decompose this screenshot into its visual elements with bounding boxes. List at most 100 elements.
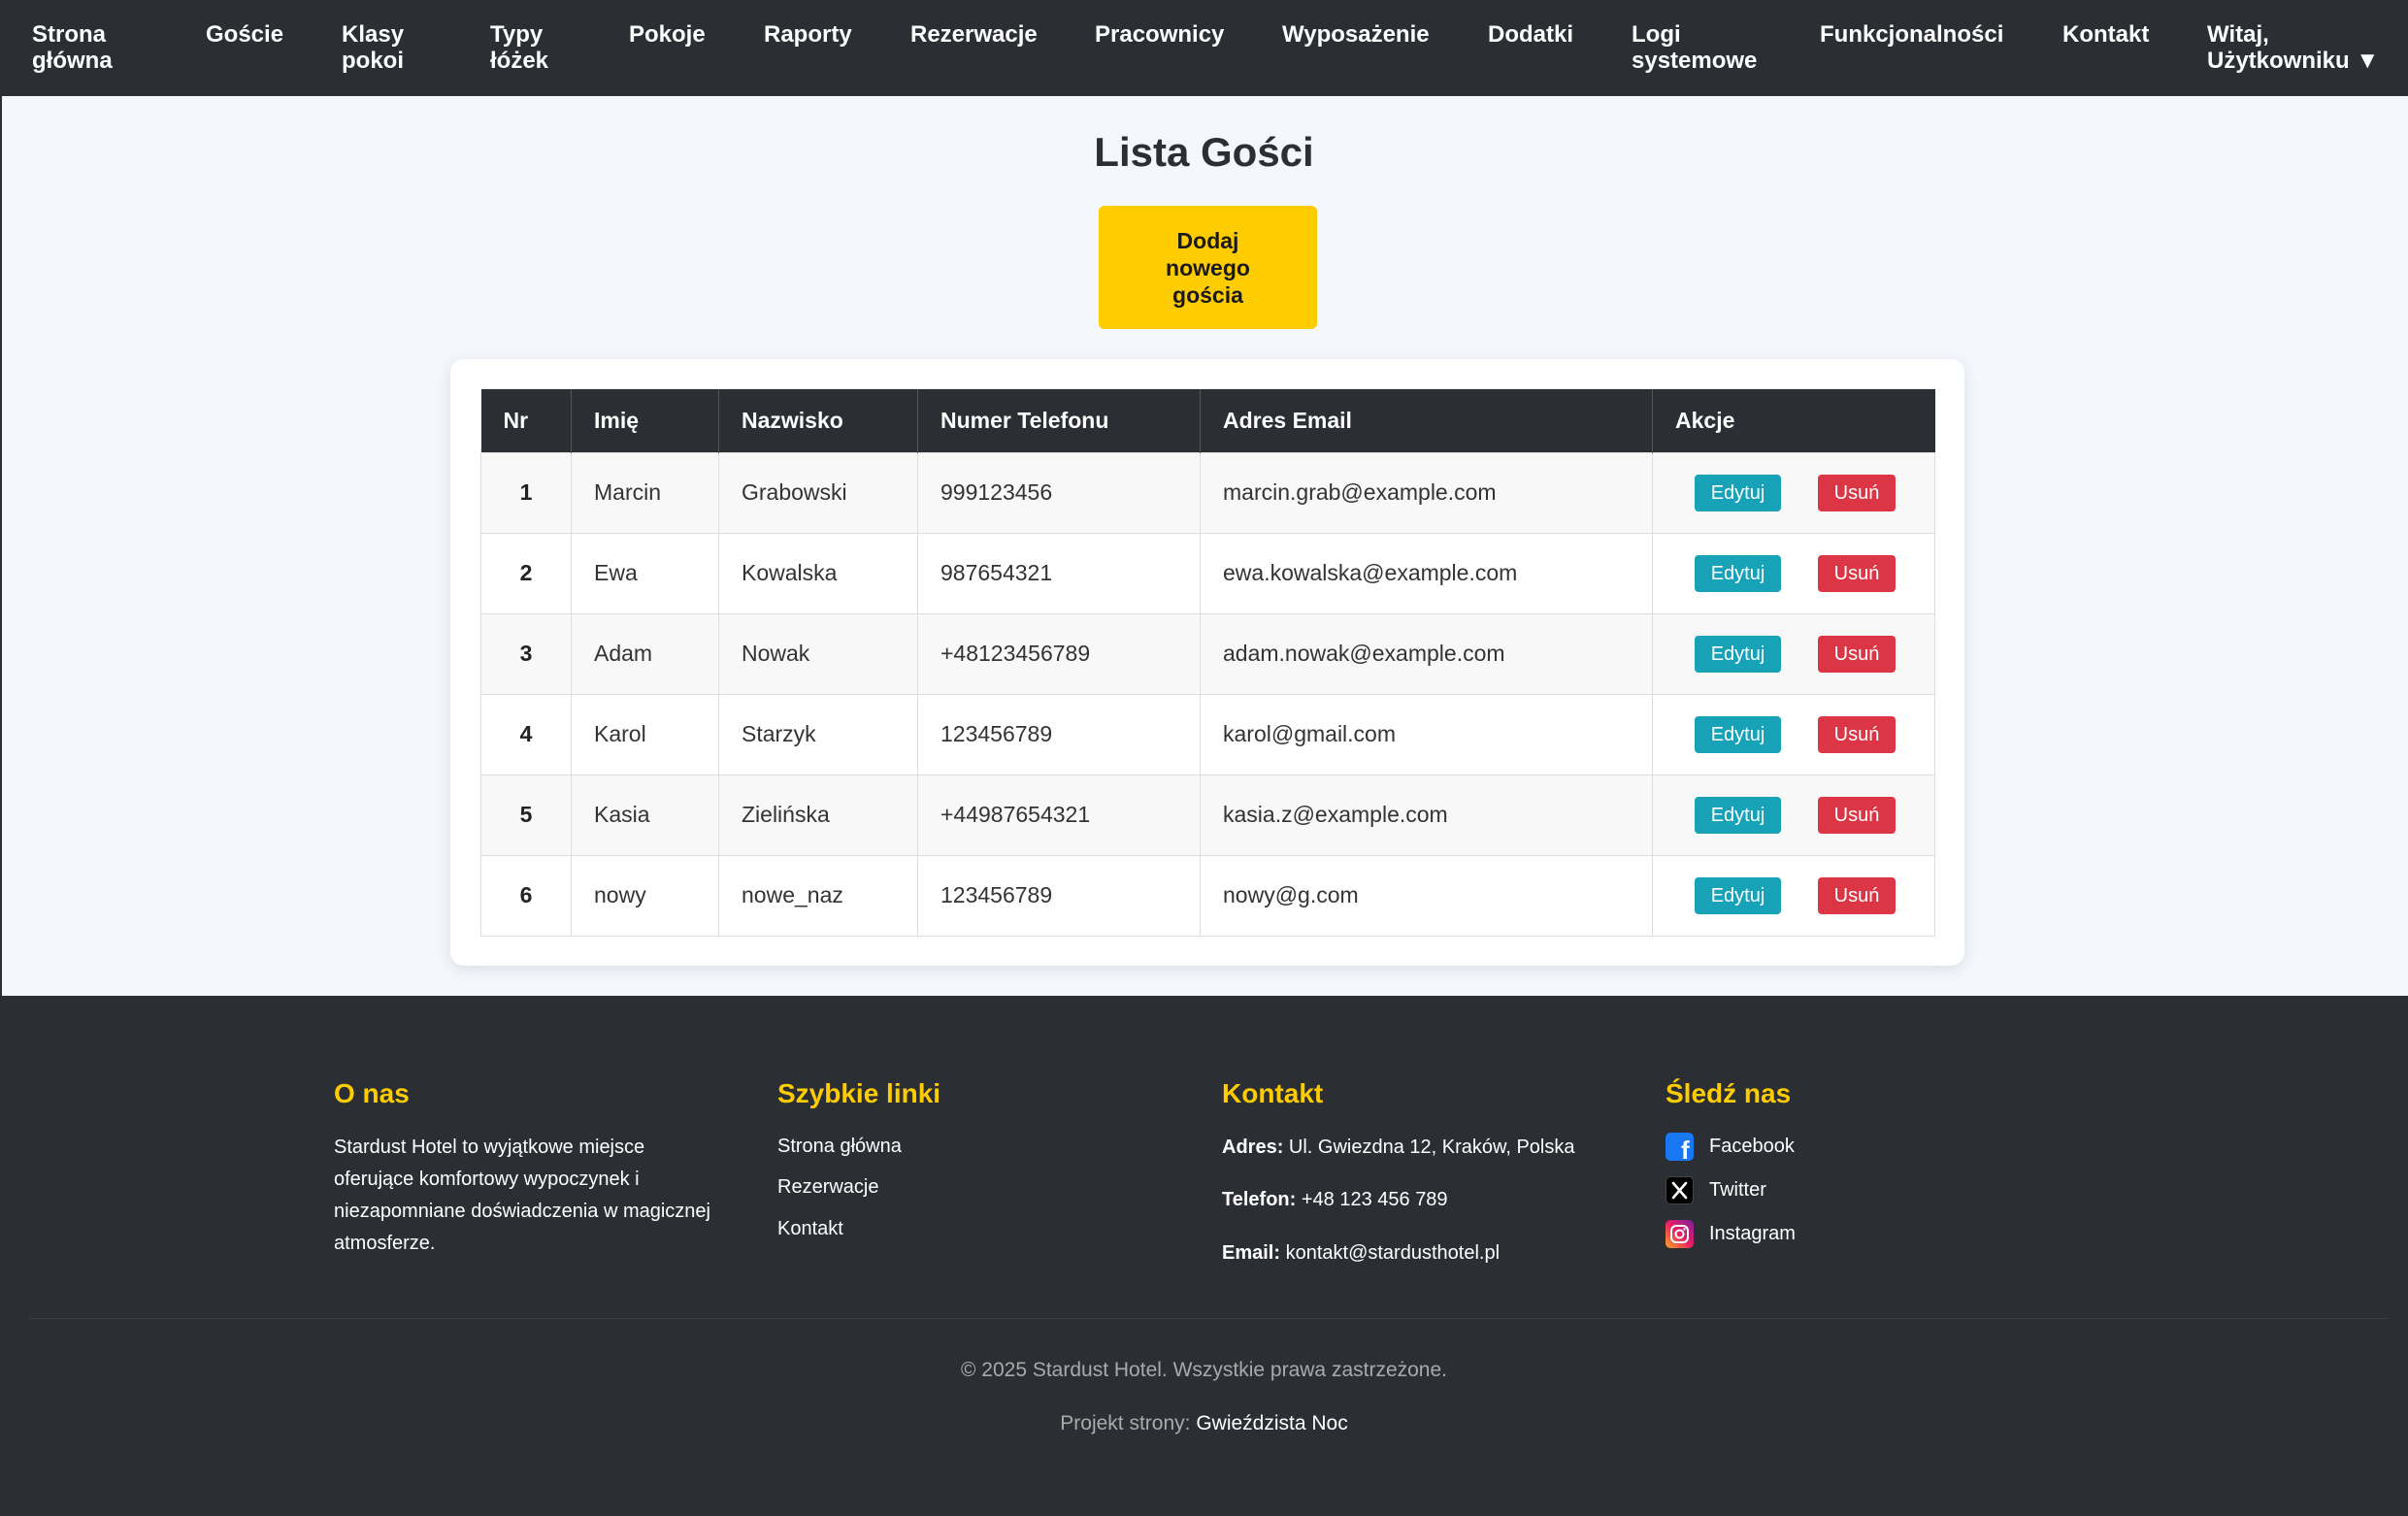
footer-quick-links-title: Szybkie linki	[777, 1078, 941, 1108]
delete-button[interactable]: Usuń	[1818, 796, 1896, 834]
cell-actions: Edytuj Usuń	[1652, 612, 1935, 695]
cell-first-name: Adam	[571, 612, 719, 695]
cell-email: karol@gmail.com	[1200, 693, 1653, 775]
cell-actions: Edytuj Usuń	[1652, 854, 1935, 937]
footer-address: Adres: Ul. Gwiezdna 12, Kraków, Polska	[1222, 1137, 1575, 1158]
footer-email: Email: kontakt@stardusthotel.pl	[1222, 1242, 1501, 1264]
x-twitter-icon	[1666, 1176, 1694, 1204]
top-navbar: Strona główna Goście Klasy pokoi Typy łó…	[0, 0, 2408, 96]
nav-employees[interactable]: Pracownicy	[1095, 21, 1224, 48]
cell-last-name: Zielińska	[718, 774, 918, 856]
footer-social-title: Śledź nas	[1666, 1078, 1792, 1108]
delete-button[interactable]: Usuń	[1818, 554, 1896, 592]
nav-room-classes[interactable]: Klasy pokoi	[342, 21, 404, 74]
cell-last-name: Starzyk	[718, 693, 918, 775]
cell-first-name: Ewa	[571, 532, 719, 614]
column-header-email: Adres Email	[1200, 389, 1653, 452]
guests-table: Nr Imię Nazwisko Numer Telefonu Adres Em…	[480, 389, 1935, 937]
footer-link-contact[interactable]: Kontakt	[777, 1218, 843, 1240]
copyright-text: © 2025 Stardust Hotel. Wszystkie prawa z…	[960, 1359, 1448, 1381]
nav-contact[interactable]: Kontakt	[2062, 21, 2149, 48]
cell-actions: Edytuj Usuń	[1652, 532, 1935, 614]
page-title: Lista Gości	[1094, 129, 1314, 175]
cell-phone: 999123456	[917, 451, 1201, 534]
credits-text: Projekt strony: Gwieździsta Noc	[1060, 1412, 1348, 1434]
column-header-first-name: Imię	[571, 389, 719, 452]
delete-button[interactable]: Usuń	[1818, 876, 1896, 914]
cell-first-name: Kasia	[571, 774, 719, 856]
nav-reports[interactable]: Raporty	[764, 21, 852, 48]
cell-actions: Edytuj Usuń	[1652, 774, 1935, 856]
delete-button[interactable]: Usuń	[1818, 715, 1896, 753]
cell-email: nowy@g.com	[1200, 854, 1653, 937]
nav-guests[interactable]: Goście	[206, 21, 283, 48]
cell-actions: Edytuj Usuń	[1652, 693, 1935, 775]
facebook-icon: f	[1666, 1133, 1694, 1165]
nav-equipment[interactable]: Wyposażenie	[1282, 21, 1430, 48]
cell-email: ewa.kowalska@example.com	[1200, 532, 1653, 614]
add-guest-button[interactable]: Dodaj nowego gościa	[1099, 206, 1317, 329]
nav-rooms[interactable]: Pokoje	[629, 21, 706, 48]
table-header-row: Nr Imię Nazwisko Numer Telefonu Adres Em…	[480, 389, 1935, 452]
column-header-last-name: Nazwisko	[718, 389, 918, 452]
cell-email: marcin.grab@example.com	[1200, 451, 1653, 534]
cell-first-name: Marcin	[571, 451, 719, 534]
edit-button[interactable]: Edytuj	[1695, 876, 1781, 914]
cell-first-name: nowy	[571, 854, 719, 937]
cell-nr: 1	[480, 451, 572, 534]
table-row: 1 Marcin Grabowski 999123456 marcin.grab…	[480, 451, 1935, 534]
edit-button[interactable]: Edytuj	[1695, 635, 1781, 673]
footer-link-home[interactable]: Strona główna	[777, 1136, 902, 1158]
cell-phone: +48123456789	[917, 612, 1201, 695]
cell-phone: 987654321	[917, 532, 1201, 614]
cell-phone: 123456789	[917, 854, 1201, 937]
svg-text:f: f	[1681, 1136, 1690, 1161]
user-menu-dropdown[interactable]: Witaj, Użytkowniku ▼	[2207, 21, 2379, 74]
social-link-twitter[interactable]: Twitter	[1666, 1176, 1766, 1204]
nav-bed-types[interactable]: Typy łóżek	[490, 21, 548, 74]
delete-button[interactable]: Usuń	[1818, 635, 1896, 673]
table-row: 5 Kasia Zielińska +44987654321 kasia.z@e…	[480, 774, 1935, 856]
cell-nr: 3	[480, 612, 572, 695]
cell-phone: 123456789	[917, 693, 1201, 775]
column-header-phone: Numer Telefonu	[917, 389, 1201, 452]
footer-link-reservations[interactable]: Rezerwacje	[777, 1176, 878, 1199]
edit-button[interactable]: Edytuj	[1695, 796, 1781, 834]
footer-contact-title: Kontakt	[1222, 1078, 1324, 1108]
footer-about-text: Stardust Hotel to wyjątkowe miejsce ofer…	[334, 1137, 710, 1254]
cell-phone: +44987654321	[917, 774, 1201, 856]
cell-email: adam.nowak@example.com	[1200, 612, 1653, 695]
cell-nr: 4	[480, 693, 572, 775]
table-row: 4 Karol Starzyk 123456789 karol@gmail.co…	[480, 693, 1935, 775]
table-row: 2 Ewa Kowalska 987654321 ewa.kowalska@ex…	[480, 532, 1935, 614]
nav-home[interactable]: Strona główna	[32, 21, 113, 74]
footer-phone: Telefon: +48 123 456 789	[1222, 1189, 1448, 1210]
nav-reservations[interactable]: Rezerwacje	[910, 21, 1038, 48]
edit-button[interactable]: Edytuj	[1695, 474, 1781, 511]
cell-last-name: nowe_naz	[718, 854, 918, 937]
nav-features[interactable]: Funkcjonalności	[1820, 21, 2003, 48]
cell-nr: 5	[480, 774, 572, 856]
social-link-instagram[interactable]: Instagram	[1666, 1220, 1796, 1248]
cell-last-name: Grabowski	[718, 451, 918, 534]
footer-about-title: O nas	[334, 1078, 410, 1108]
cell-nr: 6	[480, 854, 572, 937]
delete-button[interactable]: Usuń	[1818, 474, 1896, 511]
cell-actions: Edytuj Usuń	[1652, 451, 1935, 534]
cell-first-name: Karol	[571, 693, 719, 775]
table-row: 6 nowy nowe_naz 123456789 nowy@g.com Edy…	[480, 854, 1935, 937]
column-header-nr: Nr	[480, 389, 572, 452]
column-header-actions: Akcje	[1652, 389, 1935, 452]
credits-link[interactable]: Gwieździsta Noc	[1196, 1412, 1347, 1434]
nav-extras[interactable]: Dodatki	[1488, 21, 1573, 48]
cell-nr: 2	[480, 532, 572, 614]
table-row: 3 Adam Nowak +48123456789 adam.nowak@exa…	[480, 612, 1935, 695]
cell-last-name: Kowalska	[718, 532, 918, 614]
edit-button[interactable]: Edytuj	[1695, 554, 1781, 592]
instagram-icon	[1666, 1220, 1694, 1248]
cell-email: kasia.z@example.com	[1200, 774, 1653, 856]
edit-button[interactable]: Edytuj	[1695, 715, 1781, 753]
social-link-facebook[interactable]: f Facebook	[1666, 1133, 1795, 1165]
nav-system-logs[interactable]: Logi systemowe	[1632, 21, 1757, 74]
footer-divider	[29, 1318, 2388, 1319]
